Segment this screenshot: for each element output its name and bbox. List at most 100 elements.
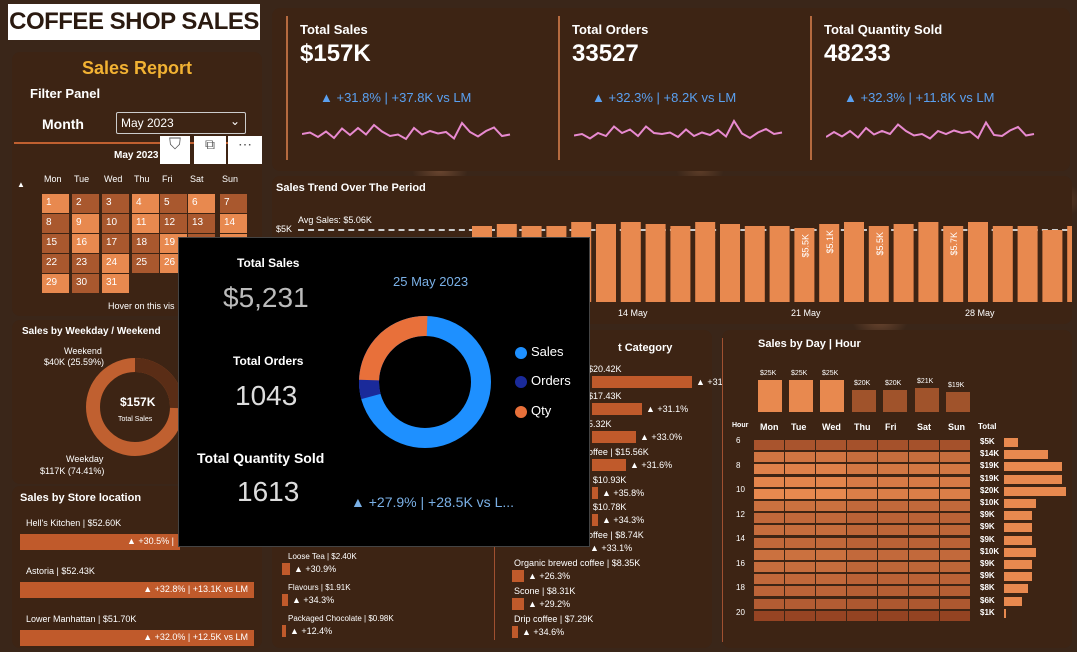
heatmap-cell[interactable]	[847, 525, 877, 536]
calendar-day-1[interactable]: 1	[42, 194, 69, 213]
heatmap-cell[interactable]	[754, 598, 784, 609]
trend-bar[interactable]	[596, 224, 616, 302]
total-bar[interactable]	[1004, 572, 1032, 582]
trend-bar[interactable]	[769, 226, 790, 302]
heatmap-cell[interactable]	[816, 488, 846, 499]
calendar-scroll-up-icon[interactable]: ▲	[17, 180, 25, 189]
heatmap-cell[interactable]	[785, 537, 815, 548]
heatmap-cell[interactable]	[816, 537, 846, 548]
heatmap-cell[interactable]	[940, 513, 970, 524]
trend-bar[interactable]	[1067, 226, 1072, 302]
day-bar[interactable]	[820, 380, 844, 412]
total-bar[interactable]	[1004, 560, 1032, 569]
total-bar[interactable]	[1004, 462, 1062, 472]
heatmap-cell[interactable]	[754, 525, 784, 536]
heatmap-cell[interactable]	[816, 598, 846, 609]
heatmap-cell[interactable]	[785, 562, 815, 572]
heatmap-cell[interactable]	[785, 513, 815, 524]
heatmap-cell[interactable]	[909, 525, 939, 536]
heatmap-cell[interactable]	[909, 513, 939, 524]
heatmap-cell[interactable]	[754, 549, 784, 560]
heatmap-cell[interactable]	[940, 488, 970, 499]
heatmap-cell[interactable]	[878, 574, 908, 585]
product-bar[interactable]	[592, 403, 642, 415]
calendar-day-3[interactable]: 3	[102, 194, 129, 213]
heatmap-cell[interactable]	[816, 440, 846, 450]
day-bar[interactable]	[946, 392, 970, 412]
heatmap-cell[interactable]	[878, 610, 908, 621]
heatmap-cell[interactable]	[816, 501, 846, 511]
calendar-day-29[interactable]: 29	[42, 274, 69, 293]
product-bar[interactable]	[592, 459, 626, 471]
calendar-day-24[interactable]: 24	[102, 254, 129, 273]
total-bar[interactable]	[1004, 523, 1032, 533]
trend-bar[interactable]	[992, 226, 1013, 302]
heatmap-cell[interactable]	[909, 562, 939, 572]
calendar-day-6[interactable]: 6	[188, 194, 215, 213]
heatmap-cell[interactable]	[754, 464, 784, 475]
heatmap-cell[interactable]	[878, 501, 908, 511]
trend-bar[interactable]	[968, 222, 988, 302]
store-bar[interactable]: ▲ +32.8% | +13.1K vs LM	[20, 582, 254, 598]
calendar-day-17[interactable]: 17	[102, 234, 129, 253]
heatmap-cell[interactable]	[847, 476, 877, 487]
product-bar[interactable]	[512, 598, 524, 610]
day-bar[interactable]	[758, 380, 782, 412]
heatmap-cell[interactable]	[754, 574, 784, 585]
trend-bar[interactable]	[720, 224, 740, 302]
heatmap-cell[interactable]	[816, 610, 846, 621]
heatmap-cell[interactable]	[878, 586, 908, 597]
heatmap-cell[interactable]	[847, 464, 877, 475]
calendar-day-15[interactable]: 15	[42, 234, 69, 253]
product-bar[interactable]	[282, 625, 286, 637]
heatmap-cell[interactable]	[785, 452, 815, 463]
heatmap-cell[interactable]	[847, 440, 877, 450]
heatmap-cell[interactable]	[878, 488, 908, 499]
heatmap-cell[interactable]	[847, 574, 877, 585]
heatmap-cell[interactable]	[847, 549, 877, 560]
product-bar[interactable]	[592, 487, 598, 499]
calendar-day-31[interactable]: 31	[102, 274, 129, 293]
heatmap-cell[interactable]	[878, 598, 908, 609]
heatmap-cell[interactable]	[754, 476, 784, 487]
heatmap-cell[interactable]	[878, 476, 908, 487]
total-bar[interactable]	[1004, 608, 1006, 618]
total-bar[interactable]	[1004, 584, 1028, 594]
total-bar[interactable]	[1004, 547, 1036, 557]
heatmap-cell[interactable]	[754, 501, 784, 511]
heatmap-cell[interactable]	[940, 537, 970, 548]
store-bar[interactable]: ▲ +32.0% | +12.5K vs LM	[20, 630, 254, 646]
heatmap-cell[interactable]	[816, 562, 846, 572]
heatmap-cell[interactable]	[816, 525, 846, 536]
heatmap-cell[interactable]	[940, 574, 970, 585]
trend-bar[interactable]	[918, 222, 939, 302]
trend-bar[interactable]	[670, 226, 691, 302]
heatmap-cell[interactable]	[909, 476, 939, 487]
heatmap-cell[interactable]	[847, 501, 877, 511]
heatmap-cell[interactable]	[940, 562, 970, 572]
heatmap-cell[interactable]	[785, 440, 815, 450]
product-bar[interactable]	[282, 563, 290, 575]
heatmap-cell[interactable]	[816, 586, 846, 597]
product-bar[interactable]	[592, 376, 692, 388]
trend-bar[interactable]	[695, 222, 716, 302]
product-bar[interactable]	[282, 594, 288, 606]
calendar-day-25[interactable]: 25	[132, 254, 159, 273]
heatmap-cell[interactable]	[847, 598, 877, 609]
heatmap-cell[interactable]	[785, 610, 815, 621]
trend-bar[interactable]	[844, 222, 864, 302]
day-bar[interactable]	[915, 388, 939, 412]
trend-bar[interactable]	[1042, 230, 1063, 302]
day-bar[interactable]	[789, 380, 813, 412]
heatmap-cell[interactable]	[754, 586, 784, 597]
heatmap-cell[interactable]	[847, 452, 877, 463]
heatmap-cell[interactable]	[878, 549, 908, 560]
heatmap-cell[interactable]	[754, 610, 784, 621]
heatmap-cell[interactable]	[847, 562, 877, 572]
heatmap-cell[interactable]	[847, 488, 877, 499]
heatmap-cell[interactable]	[785, 488, 815, 499]
day-bar[interactable]	[852, 390, 876, 412]
heatmap-cell[interactable]	[847, 586, 877, 597]
heatmap-cell[interactable]	[785, 476, 815, 487]
calendar-day-10[interactable]: 10	[102, 214, 129, 233]
